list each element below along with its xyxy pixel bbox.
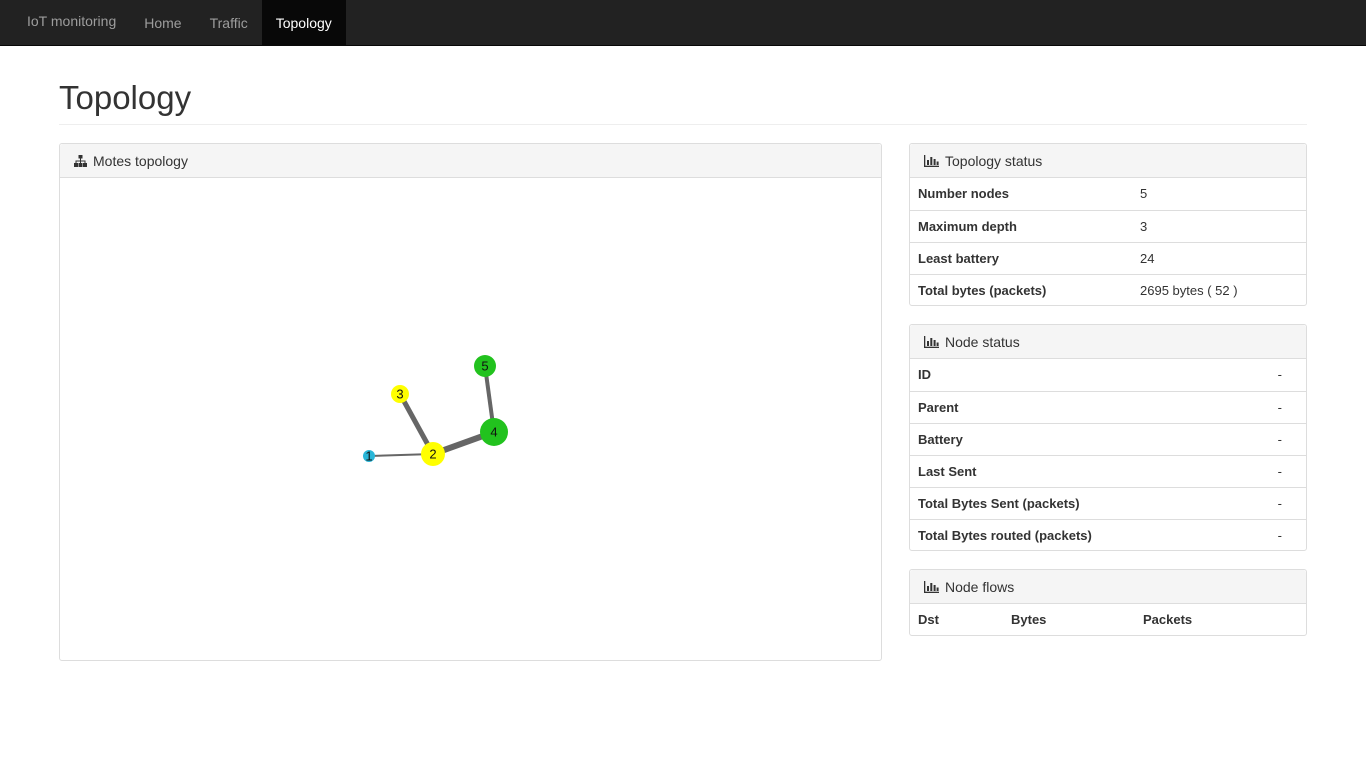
table-row: Total Bytes routed (packets) - (910, 518, 1306, 551)
topology-status-heading: Topology status (910, 144, 1306, 178)
bar-chart-icon (924, 154, 939, 167)
motes-topology-panel: Motes topology 1 2 3 4 5 (59, 143, 882, 661)
node-status-heading: Node status (910, 325, 1306, 359)
row-value: - (1242, 486, 1306, 519)
row-key: Total Bytes routed (packets) (910, 518, 1243, 551)
bar-chart-icon (924, 580, 939, 593)
row-value: - (1277, 367, 1282, 383)
row-value: 5 (1140, 186, 1148, 202)
row-key: ID (918, 367, 931, 383)
node-status-table: ID - Parent - Battery - Last Sent - Tota… (910, 359, 1306, 551)
node-flows-heading: Node flows (910, 570, 1306, 604)
node-flows-table: Dst Bytes Packets (910, 604, 1306, 635)
motes-topology-title: Motes topology (93, 152, 188, 169)
row-key: Total bytes (packets) (910, 273, 1132, 306)
node-status-title: Node status (945, 333, 1020, 350)
motes-topology-heading: Motes topology (60, 144, 881, 178)
table-row: Total Bytes Sent (packets) - (910, 486, 1306, 519)
row-value: 2695 bytes ( 52 ) (1132, 273, 1306, 306)
navbar: IoT monitoring Home Traffic Topology (0, 0, 1366, 46)
topology-node[interactable]: 2 (421, 442, 445, 466)
table-row: Maximum depth 3 (910, 209, 1306, 242)
topology-status-title: Topology status (945, 152, 1043, 169)
table-header-row: Dst Bytes Packets (910, 604, 1306, 635)
nav-item-topology[interactable]: Topology (261, 0, 346, 45)
row-value: - (1242, 518, 1306, 551)
bar-chart-icon (924, 335, 939, 348)
nav-item-home[interactable]: Home (130, 0, 195, 45)
topology-node[interactable]: 3 (391, 385, 409, 403)
topology-graph[interactable]: 1 2 3 4 5 (60, 178, 881, 660)
row-value: 3 (1132, 209, 1306, 242)
node-flows-panel: Node flows Dst Bytes Packets (909, 569, 1307, 636)
row-key: Total Bytes Sent (packets) (910, 486, 1243, 519)
table-row: Battery - (910, 422, 1306, 455)
row-value: - (1242, 422, 1306, 455)
topology-graph-area[interactable]: 1 2 3 4 5 (60, 178, 881, 660)
column-header-packets[interactable]: Packets (1135, 604, 1306, 635)
row-value: - (1242, 390, 1306, 423)
page-title: Topology (59, 79, 192, 116)
row-key: Battery (910, 422, 1243, 455)
table-row: Last Sent - (910, 454, 1306, 487)
row-key: Least battery (910, 241, 1132, 274)
column-header-dst[interactable]: Dst (910, 604, 1003, 635)
row-key: Last Sent (910, 454, 1243, 487)
topology-node-label: 4 (490, 425, 497, 440)
sitemap-icon (74, 154, 87, 167)
row-key: Number nodes (918, 186, 1010, 202)
topology-node[interactable]: 5 (474, 355, 496, 377)
topology-status-panel: Topology status Number nodes 5 Maximum d… (909, 143, 1307, 306)
row-key: Parent (910, 390, 1243, 423)
node-flows-title: Node flows (945, 578, 1015, 595)
topology-node-label: 1 (365, 449, 372, 464)
topology-node-label: 3 (396, 387, 403, 402)
table-row: Number nodes 5 (910, 178, 1306, 210)
node-status-panel: Node status ID - Parent - Battery - Last… (909, 324, 1307, 551)
table-row: ID - (910, 359, 1306, 391)
nav-item-traffic[interactable]: Traffic (196, 0, 262, 45)
row-key: Maximum depth (910, 209, 1132, 242)
column-header-bytes[interactable]: Bytes (1003, 604, 1135, 635)
row-value: - (1242, 454, 1306, 487)
table-row: Parent - (910, 390, 1306, 423)
table-row: Total bytes (packets) 2695 bytes ( 52 ) (910, 273, 1306, 306)
table-row: Least battery 24 (910, 241, 1306, 274)
topology-node-label: 2 (429, 447, 436, 462)
page-header: Topology (59, 79, 1307, 125)
topology-node[interactable]: 1 (363, 449, 375, 464)
topology-node[interactable]: 4 (480, 418, 508, 446)
topology-status-table: Number nodes 5 Maximum depth 3 Least bat… (910, 178, 1306, 306)
topology-node-label: 5 (481, 359, 488, 374)
row-value: 24 (1132, 241, 1306, 274)
nav-brand[interactable]: IoT monitoring (0, 0, 130, 43)
